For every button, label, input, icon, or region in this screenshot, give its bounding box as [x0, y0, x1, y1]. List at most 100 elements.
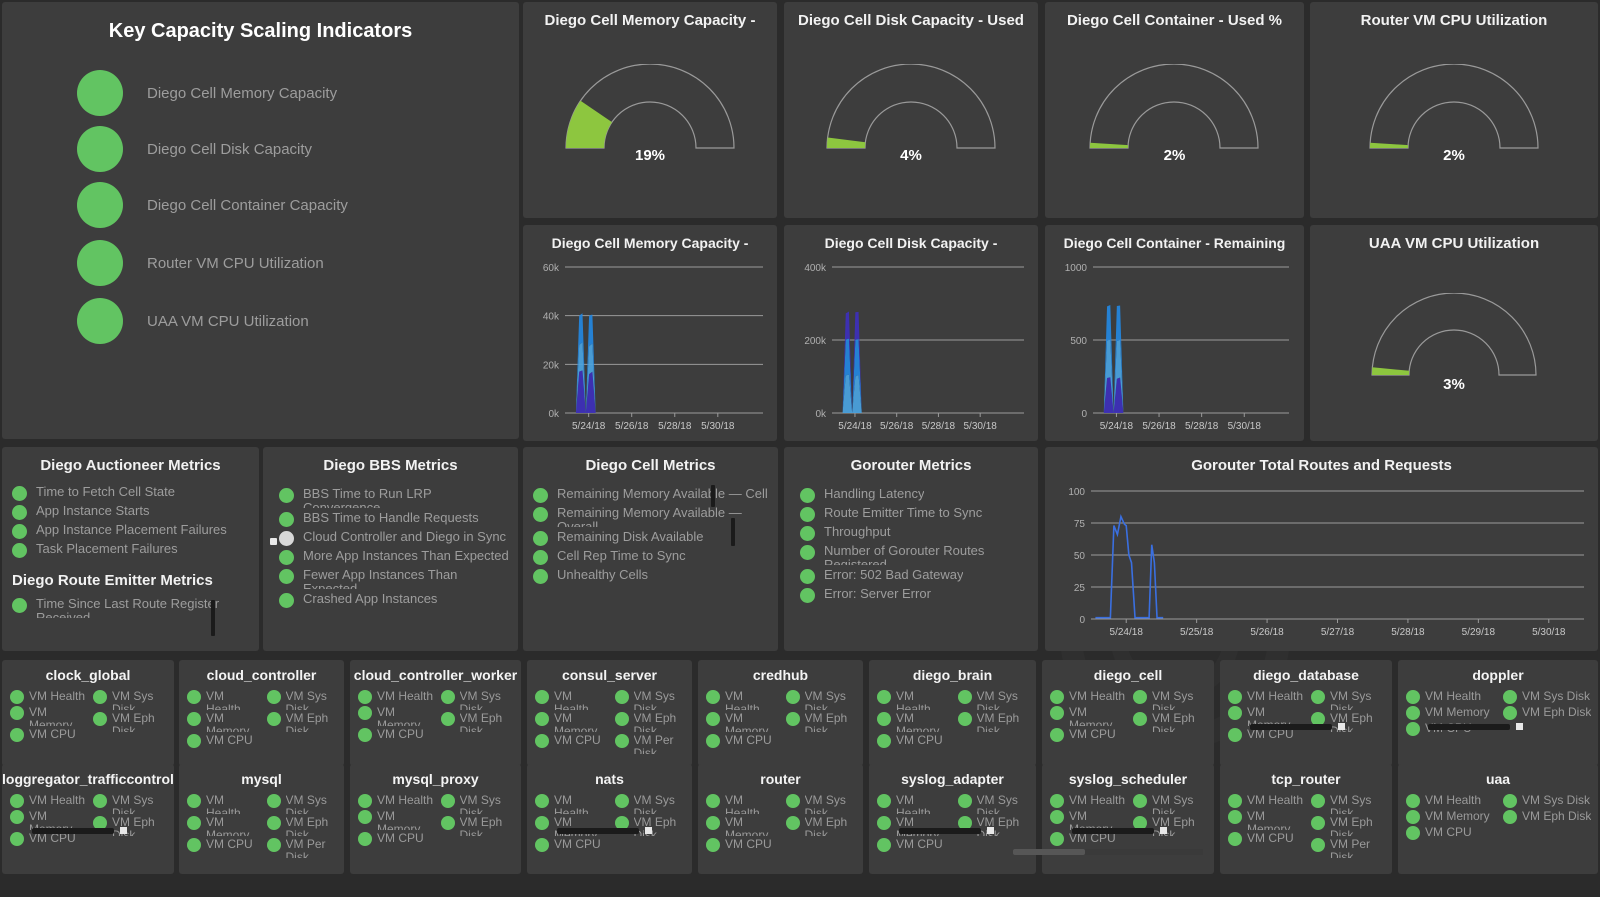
vm-tile-nats[interactable]: natsVM HealthVM MemoryVM CPUVM Sys DiskV…	[527, 764, 692, 874]
vm-metric-item[interactable]: VM Memory	[535, 712, 609, 732]
vm-tile-credhub[interactable]: credhub VM Health VM Memory VM CPU VM Sys Di…	[698, 660, 863, 766]
metric-item-2[interactable]: Throughput	[800, 525, 1032, 541]
vm-metric-item[interactable]: VM CPU	[358, 832, 435, 846]
kpi-item-1[interactable]: Diego Cell Disk Capacity	[77, 126, 312, 172]
vm-metric-item[interactable]: VM Health	[187, 690, 261, 710]
vm-metric-item[interactable]: VM Health	[1406, 690, 1497, 704]
vm-tile-scrollbar[interactable]	[557, 828, 639, 834]
vm-metric-item[interactable]: VM Health	[1406, 794, 1497, 808]
vm-metric-item[interactable]: VM Memory	[1406, 810, 1497, 824]
vm-metric-item[interactable]: VM Health	[10, 690, 87, 704]
vm-metric-item[interactable]: VM Sys Disk	[93, 690, 170, 710]
vm-metric-item[interactable]: VM Eph Disk	[1503, 706, 1594, 720]
vm-metric-item[interactable]: VM CPU	[706, 734, 780, 748]
vm-metric-item[interactable]: VM Sys Disk	[93, 794, 170, 814]
vm-metric-item[interactable]: VM Health	[1228, 690, 1305, 704]
vm-metric-item[interactable]: VM Health	[877, 690, 952, 710]
metric-item-5[interactable]: Error: Server Error	[800, 587, 1032, 603]
vm-metric-item[interactable]: VM Health	[10, 794, 87, 808]
vm-metric-item[interactable]: VM Sys Disk	[785, 794, 860, 814]
vm-metric-item[interactable]: VM Sys Disk	[614, 690, 689, 710]
vm-metric-item[interactable]: VM Sys Disk	[1311, 690, 1388, 710]
metric-item-5[interactable]: Crashed App Instances	[279, 592, 512, 608]
vm-tile-scroll-nub[interactable]	[987, 827, 994, 834]
vm-metric-item[interactable]: VM Health	[706, 794, 780, 814]
vm-metric-item[interactable]: VM Memory	[1050, 810, 1127, 830]
metric-item-4[interactable]: Unhealthy Cells	[533, 568, 772, 584]
vm-metric-item[interactable]: VM Eph Disk	[93, 712, 170, 732]
vm-tile-scroll-nub[interactable]	[1516, 723, 1523, 730]
vm-metric-item[interactable]: VM Memory	[187, 712, 261, 732]
vm-tile-scroll-nub[interactable]	[1160, 827, 1167, 834]
vm-metric-item[interactable]: VM Per Disk	[266, 838, 341, 858]
vm-metric-item[interactable]: VM Health	[706, 690, 780, 710]
vm-tile-cloud_controller_worker[interactable]: cloud_controller_worker VM Health VM Memor…	[350, 660, 521, 766]
vm-metric-item[interactable]: VM Memory	[706, 712, 780, 732]
vm-metric-item[interactable]: VM Sys Disk	[440, 690, 518, 710]
vm-metric-item[interactable]: VM Health	[877, 794, 952, 814]
vm-metric-item[interactable]: VM Sys Disk	[266, 794, 341, 814]
vm-tile-scroll-nub[interactable]	[120, 827, 127, 834]
vm-metric-item[interactable]: VM Health	[535, 794, 609, 814]
vm-tile-mysql_proxy[interactable]: mysql_proxy VM Health VM Memory VM CPU VM Sy…	[350, 764, 521, 874]
vm-tile-router[interactable]: router VM Health VM Memory VM CPU VM Sys Dis…	[698, 764, 863, 874]
vm-metric-item[interactable]: VM Eph Disk	[1133, 712, 1210, 732]
vm-metric-item[interactable]: VM Sys Disk	[266, 690, 341, 710]
vm-metric-item[interactable]: VM Sys Disk	[440, 794, 518, 814]
vm-metric-item[interactable]: VM CPU	[1228, 728, 1305, 742]
vm-metric-item[interactable]: VM Eph Disk	[266, 816, 341, 836]
kpi-item-3[interactable]: Router VM CPU Utilization	[77, 240, 324, 286]
vm-metric-item[interactable]: VM Eph Disk	[614, 712, 689, 732]
metric-item-0[interactable]: BBS Time to Run LRP Convergence	[279, 487, 512, 508]
vm-metric-item[interactable]: VM Eph Disk	[785, 712, 860, 732]
vm-tile-clock_global[interactable]: clock_global VM Health VM Memory VM CPU VM S…	[2, 660, 174, 766]
vm-metric-item[interactable]: VM CPU	[187, 734, 261, 748]
metric-item-2[interactable]: Cloud Controller and Diego in Sync	[279, 530, 512, 546]
vm-metric-item[interactable]: VM Sys Disk	[1503, 690, 1594, 704]
vm-metric-item[interactable]: VM Memory	[1228, 810, 1305, 830]
vm-metric-item[interactable]: VM Sys Disk	[957, 690, 1033, 710]
vm-metric-item[interactable]: VM CPU	[1050, 728, 1127, 742]
vm-metric-item[interactable]: VM Health	[358, 794, 435, 808]
vm-metric-item[interactable]: VM Sys Disk	[785, 690, 860, 710]
vm-metric-item[interactable]: VM CPU	[535, 734, 609, 748]
vm-metric-item[interactable]: VM Health	[187, 794, 261, 814]
metric-item-3[interactable]: Number of Gorouter Routes Registered	[800, 544, 1032, 565]
vm-tile-loggregator_trafficcontroller[interactable]: loggregator_trafficcontroller VM Health VM…	[2, 764, 174, 874]
scroll-indicator-2[interactable]	[711, 485, 715, 507]
vm-metric-item[interactable]: VM Health	[1228, 794, 1305, 808]
vm-metric-item[interactable]: VM Eph Disk	[440, 816, 518, 836]
metric-subitem-0[interactable]: Time Since Last Route Register Received	[12, 597, 253, 618]
vm-metric-item[interactable]: VM Health	[535, 690, 609, 710]
vm-tile-syslog_adapter[interactable]: syslog_adapterVM HealthVM MemoryVM CPUVM…	[869, 764, 1036, 874]
vm-metric-item[interactable]: VM CPU	[1406, 826, 1497, 840]
vm-tile-tcp_router[interactable]: tcp_router VM Health VM Memory VM CPU VM Sys…	[1220, 764, 1392, 874]
vm-metric-item[interactable]: VM Eph Disk	[957, 712, 1033, 732]
vm-metric-item[interactable]: VM Memory	[1406, 706, 1497, 720]
metric-item-3[interactable]: Task Placement Failures	[12, 542, 253, 558]
vm-tile-consul_server[interactable]: consul_server VM Health VM Memory VM CPU VM …	[527, 660, 692, 766]
vm-metric-item[interactable]: VM Per Disk	[1311, 838, 1388, 858]
vm-metric-item[interactable]: VM CPU	[877, 838, 952, 852]
metric-item-2[interactable]: Remaining Disk Available	[533, 530, 772, 546]
vm-tile-diego_cell[interactable]: diego_cell VM Health VM Memory VM CPU VM Sys…	[1042, 660, 1214, 766]
vm-metric-item[interactable]: VM Memory	[10, 810, 87, 830]
metric-item-0[interactable]: Remaining Memory Available — Cell	[533, 487, 772, 503]
vm-tile-scroll-nub[interactable]	[645, 827, 652, 834]
vm-metric-item[interactable]: VM CPU	[877, 734, 952, 748]
vm-metric-item[interactable]: VM Eph Disk	[1311, 816, 1388, 836]
vm-tile-scrollbar[interactable]	[1428, 724, 1510, 730]
vm-metric-item[interactable]: VM Sys Disk	[1503, 794, 1594, 808]
vm-metric-item[interactable]: VM CPU	[10, 832, 87, 846]
metric-item-3[interactable]: More App Instances Than Expected	[279, 549, 512, 565]
vm-metric-item[interactable]: VM Sys Disk	[1311, 794, 1388, 814]
vm-metric-item[interactable]: VM Sys Disk	[957, 794, 1033, 814]
vm-metric-item[interactable]: VM Sys Disk	[1133, 794, 1210, 814]
vm-tile-syslog_scheduler[interactable]: syslog_scheduler VM Health VM Memory VM CPU…	[1042, 764, 1214, 874]
vm-tile-diego_database[interactable]: diego_database VM Health VM Memory VM CPU VM…	[1220, 660, 1392, 766]
vm-tile-scrollbar[interactable]	[32, 828, 114, 834]
vm-metric-item[interactable]: VM Eph Disk	[785, 816, 860, 836]
vm-metric-item[interactable]: VM Memory	[187, 816, 261, 836]
vm-metric-item[interactable]: VM Health	[358, 690, 435, 704]
vm-metric-item[interactable]: VM Eph Disk	[266, 712, 341, 732]
